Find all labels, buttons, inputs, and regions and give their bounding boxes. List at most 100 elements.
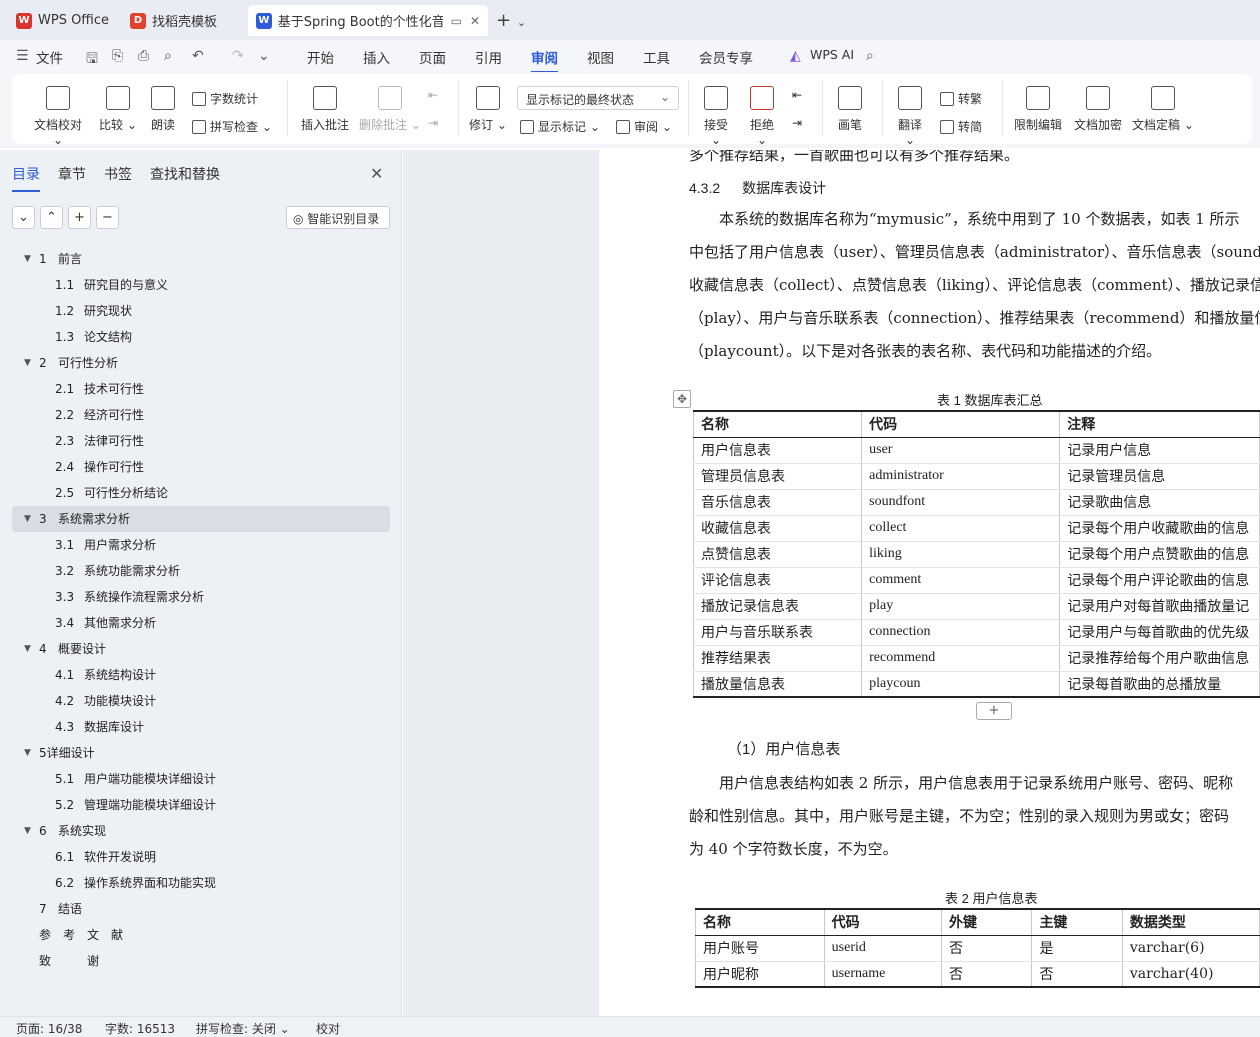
toc-item[interactable]: 2.2 经济可行性 [12, 402, 390, 428]
doc-check-button[interactable]: 文档校对 ⌄ [28, 86, 88, 147]
toc-item[interactable]: 1.2 研究现状 [12, 298, 390, 324]
tab-bookmarks[interactable]: 书签 [104, 164, 132, 184]
menu-review[interactable]: 审阅 [531, 47, 558, 73]
spell-check-button[interactable]: 拼写检查 ⌄ [192, 118, 272, 135]
reject-button[interactable]: 拒绝 ⌄ [744, 86, 780, 147]
collapse-up-button[interactable]: ⌃ [40, 206, 63, 229]
screen-icon[interactable]: ▭ [451, 14, 462, 28]
menu-insert[interactable]: 插入 [363, 47, 390, 67]
toc-item[interactable]: 5.2 管理端功能模块详细设计 [12, 792, 390, 818]
ink-button[interactable]: 画笔 [834, 86, 866, 133]
toc-item[interactable]: 致 谢 [12, 948, 390, 974]
translate-button[interactable]: 翻译 ⌄ [892, 86, 928, 147]
toc-item[interactable]: 6.1 软件开发说明 [12, 844, 390, 870]
menu-member[interactable]: 会员专享 [699, 47, 753, 67]
insert-comment-button[interactable]: 插入批注 [298, 86, 352, 133]
table-move-handle[interactable]: ✥ [673, 390, 691, 408]
toc-item[interactable]: ▼ 5详细设计 [12, 740, 390, 766]
restrict-edit-button[interactable]: 限制编辑 [1012, 86, 1064, 133]
toc-item[interactable]: 3.4 其他需求分析 [12, 610, 390, 636]
tab-sections[interactable]: 章节 [58, 164, 86, 184]
word-count-button[interactable]: 字数统计 [192, 90, 258, 107]
share-icon[interactable]: ⎘ [112, 48, 123, 64]
toc-item[interactable]: 3.1 用户需求分析 [12, 532, 390, 558]
toc-item[interactable]: 2.1 技术可行性 [12, 376, 390, 402]
toc-item[interactable]: 2.4 操作可行性 [12, 454, 390, 480]
toc-item[interactable]: 4.3 数据库设计 [12, 714, 390, 740]
prev-comment-icon[interactable]: ⇤ [428, 88, 438, 102]
prev-revision-icon[interactable]: ⇤ [792, 88, 802, 102]
menu-references[interactable]: 引用 [475, 47, 502, 67]
toc-item[interactable]: ▼ 4 概要设计 [12, 636, 390, 662]
review-pane-button[interactable]: 审阅 ⌄ [616, 118, 672, 135]
next-revision-icon[interactable]: ⇥ [792, 116, 802, 130]
compare-button[interactable]: 比较 ⌄ [98, 86, 138, 133]
toc-item[interactable]: ▼ 6 系统实现 [12, 818, 390, 844]
expand-arrow-icon[interactable]: ▼ [24, 740, 31, 766]
finalize-button[interactable]: 文档定稿 ⌄ [1132, 86, 1194, 133]
toc-item[interactable]: 2.5 可行性分析结论 [12, 480, 390, 506]
menu-tools[interactable]: 工具 [643, 47, 670, 67]
close-icon[interactable]: ✕ [470, 14, 480, 28]
preview-icon[interactable]: ⌕ [164, 48, 172, 64]
toc-item[interactable]: ▼ 2 可行性分析 [12, 350, 390, 376]
menu-wps-ai[interactable]: WPS AI [810, 47, 854, 62]
expand-arrow-icon[interactable]: ▼ [24, 506, 31, 532]
toc-item[interactable]: 3.2 系统功能需求分析 [12, 558, 390, 584]
tab-find-replace[interactable]: 查找和替换 [150, 164, 220, 184]
undo-icon[interactable]: ↶ [192, 48, 204, 64]
encrypt-button[interactable]: 文档加密 [1072, 86, 1124, 133]
accept-button[interactable]: 接受 ⌄ [698, 86, 734, 147]
toc-item[interactable]: 参 考 文 献 [12, 922, 390, 948]
hamburger-icon[interactable]: ☰ [16, 48, 29, 64]
close-icon[interactable]: ✕ [370, 164, 383, 183]
menu-file[interactable]: 文件 [36, 47, 63, 67]
toc-item[interactable]: 3.3 系统操作流程需求分析 [12, 584, 390, 610]
read-aloud-button[interactable]: 朗读 [148, 86, 178, 133]
word-count-indicator[interactable]: 字数: 16513 [105, 1020, 175, 1037]
toc-item[interactable]: 5.1 用户端功能模块详细设计 [12, 766, 390, 792]
expand-arrow-icon[interactable]: ▼ [24, 636, 31, 662]
chevron-down-icon[interactable]: ⌄ [258, 48, 270, 64]
revise-button[interactable]: 修订 ⌄ [468, 86, 508, 133]
delete-comment-button[interactable]: 删除批注 ⌄ [358, 86, 422, 133]
to-simplified-button[interactable]: 转简 [940, 118, 982, 135]
toc-item[interactable]: 1.1 研究目的与意义 [12, 272, 390, 298]
show-markup-button[interactable]: 显示标记 ⌄ [520, 118, 600, 135]
tab-docer-templates[interactable]: D 找稻壳模板 [122, 5, 225, 36]
toc-item[interactable]: 6.2 操作系统界面和功能实现 [12, 870, 390, 896]
smart-toc-button[interactable]: ◎ 智能识别目录 [286, 206, 390, 229]
search-icon[interactable]: ⌕ [866, 48, 874, 64]
proofread-button[interactable]: 校对 [316, 1020, 340, 1037]
to-traditional-button[interactable]: 转繁 [940, 90, 982, 107]
toc-item[interactable]: 4.2 功能模块设计 [12, 688, 390, 714]
expand-arrow-icon[interactable]: ▼ [24, 246, 31, 272]
markup-mode-select[interactable]: 显示标记的最终状态 ⌄ [517, 86, 679, 110]
add-row-button[interactable]: + [976, 702, 1012, 720]
spell-check-status[interactable]: 拼写检查: 关闭 ⌄ [196, 1020, 290, 1037]
tab-current-document[interactable]: W 基于Spring Boot的个性化音乐 ▭ ✕ [248, 5, 488, 36]
redo-icon[interactable]: ↷ [232, 48, 244, 64]
menu-page[interactable]: 页面 [419, 47, 446, 67]
expand-button[interactable]: + [68, 206, 91, 229]
collapse-down-button[interactable]: ⌄ [12, 206, 35, 229]
toc-item[interactable]: 2.3 法律可行性 [12, 428, 390, 454]
next-comment-icon[interactable]: ⇥ [428, 116, 438, 130]
menu-home[interactable]: 开始 [307, 47, 334, 67]
new-tab-button[interactable]: + ⌄ [496, 10, 526, 31]
collapse-button[interactable]: − [96, 206, 119, 229]
save-icon[interactable]: 🖫 [86, 48, 98, 72]
tab-toc[interactable]: 目录 [12, 164, 40, 192]
expand-arrow-icon[interactable]: ▼ [24, 818, 31, 844]
expand-arrow-icon[interactable]: ▼ [24, 350, 31, 376]
page-indicator[interactable]: 页面: 16/38 [16, 1020, 82, 1037]
tab-wps-office[interactable]: W WPS Office [8, 5, 117, 36]
toc-item[interactable]: 4.1 系统结构设计 [12, 662, 390, 688]
chevron-down-icon[interactable]: ⌄ [517, 16, 526, 29]
menu-view[interactable]: 视图 [587, 47, 614, 67]
toc-item[interactable]: ▼ 1 前言 [12, 246, 390, 272]
toc-item[interactable]: 7 结语 [12, 896, 390, 922]
toc-item[interactable]: 1.3 论文结构 [12, 324, 390, 350]
toc-item[interactable]: ▼ 3 系统需求分析 [12, 506, 390, 532]
print-icon[interactable]: ⎙ [138, 48, 149, 64]
